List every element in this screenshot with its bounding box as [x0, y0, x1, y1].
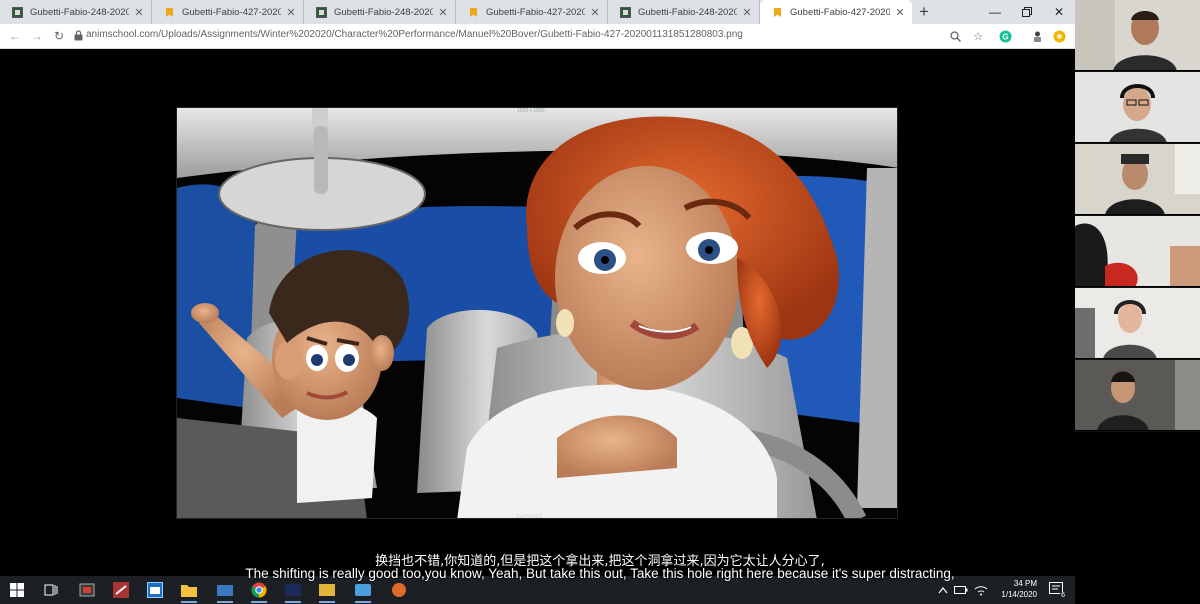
car-scene-illustration [177, 108, 897, 518]
animschool-icon [12, 6, 23, 18]
window-close-icon[interactable]: ✕ [1044, 0, 1074, 24]
notification-center-icon[interactable]: 6 [1049, 582, 1066, 599]
tab-0[interactable]: Gubetti-Fabio-248-2020011 ✕ [0, 0, 152, 24]
tray-battery-icon[interactable] [950, 580, 972, 600]
tray-network-icon[interactable] [970, 580, 992, 600]
system-clock[interactable]: 34 PM 1/14/2020 [1001, 578, 1037, 600]
notification-count: 6 [1060, 592, 1066, 599]
tab-4[interactable]: Gubetti-Fabio-248-2020011 ✕ [608, 0, 760, 24]
screen: Gubetti-Fabio-248-2020011 ✕ Gubetti-Fabi… [0, 0, 1200, 604]
tab-3[interactable]: Gubetti-Fabio-427-2020011 ✕ [456, 0, 608, 24]
new-tab-button[interactable]: + [912, 0, 936, 24]
extension-icon[interactable] [1029, 28, 1045, 44]
chrome-icon[interactable] [248, 580, 270, 603]
subtitle-english: The shifting is really good too,you know… [245, 566, 955, 581]
app-icon-yellow[interactable] [316, 580, 338, 603]
tab-1[interactable]: Gubetti-Fabio-427-2020011 ✕ [152, 0, 304, 24]
forward-icon[interactable]: → [26, 25, 48, 47]
svg-text:G: G [1002, 32, 1008, 41]
address-bar: ← → ↻ animschool.com/Uploads/Assignments… [0, 24, 1075, 49]
file-explorer-icon[interactable] [178, 580, 200, 603]
close-icon[interactable]: ✕ [741, 6, 753, 19]
app-icon-tool[interactable] [110, 580, 132, 600]
image-viewport: 1920 x 1080 camera1 [0, 50, 1075, 576]
app-icon-dark-blue[interactable] [282, 580, 304, 603]
tab-2[interactable]: Gubetti-Fabio-248-2020011 ✕ [304, 0, 456, 24]
zoom-icon[interactable] [947, 28, 963, 44]
participant-video-6[interactable] [1075, 360, 1200, 431]
participant-video-1[interactable] [1075, 0, 1200, 71]
tab-5-active[interactable]: Gubetti-Fabio-427-2020011 ✕ [760, 0, 912, 24]
url-field[interactable]: animschool.com/Uploads/Assignments/Winte… [86, 29, 743, 40]
app-icon-video[interactable] [76, 580, 98, 600]
tab-strip: Gubetti-Fabio-248-2020011 ✕ Gubetti-Fabi… [0, 0, 1075, 24]
close-icon[interactable]: ✕ [894, 6, 906, 19]
reload-icon[interactable]: ↻ [48, 25, 70, 47]
close-icon[interactable]: ✕ [133, 6, 145, 19]
app-icon-blue[interactable] [214, 580, 236, 603]
app-icon-cyan[interactable] [352, 580, 374, 603]
bookmark-icon [772, 7, 783, 18]
participant-video-5[interactable] [1075, 288, 1200, 359]
close-icon[interactable]: ✕ [589, 6, 601, 19]
bookmark-icon [164, 7, 175, 18]
restore-icon[interactable] [1012, 0, 1042, 24]
close-icon[interactable]: ✕ [285, 6, 297, 19]
render-frame: 1920 x 1080 [176, 107, 898, 519]
camera-label: camera1 [516, 513, 543, 520]
close-icon[interactable]: ✕ [437, 6, 449, 19]
grammarly-icon[interactable]: G [997, 28, 1013, 44]
back-icon[interactable]: ← [4, 25, 26, 47]
bookmark-icon [468, 7, 479, 18]
animschool-icon [316, 6, 327, 18]
animschool-icon [620, 6, 631, 18]
star-icon[interactable]: ☆ [970, 28, 986, 44]
participant-video-2[interactable] [1075, 72, 1200, 143]
app-icon-orange[interactable] [388, 580, 410, 600]
minimize-icon[interactable]: — [980, 0, 1010, 24]
windows-start-icon[interactable] [6, 580, 28, 600]
lock-icon [74, 30, 83, 41]
task-view-icon[interactable] [40, 580, 62, 600]
participant-video-3[interactable] [1075, 144, 1200, 215]
app-icon-window[interactable] [144, 580, 166, 600]
profile-icon[interactable] [1051, 28, 1067, 44]
browser-window: Gubetti-Fabio-248-2020011 ✕ Gubetti-Fabi… [0, 0, 1075, 576]
resolution-label: 1920 x 1080 [517, 108, 545, 114]
video-call-participants [1075, 0, 1200, 604]
participant-video-4[interactable] [1075, 216, 1200, 287]
